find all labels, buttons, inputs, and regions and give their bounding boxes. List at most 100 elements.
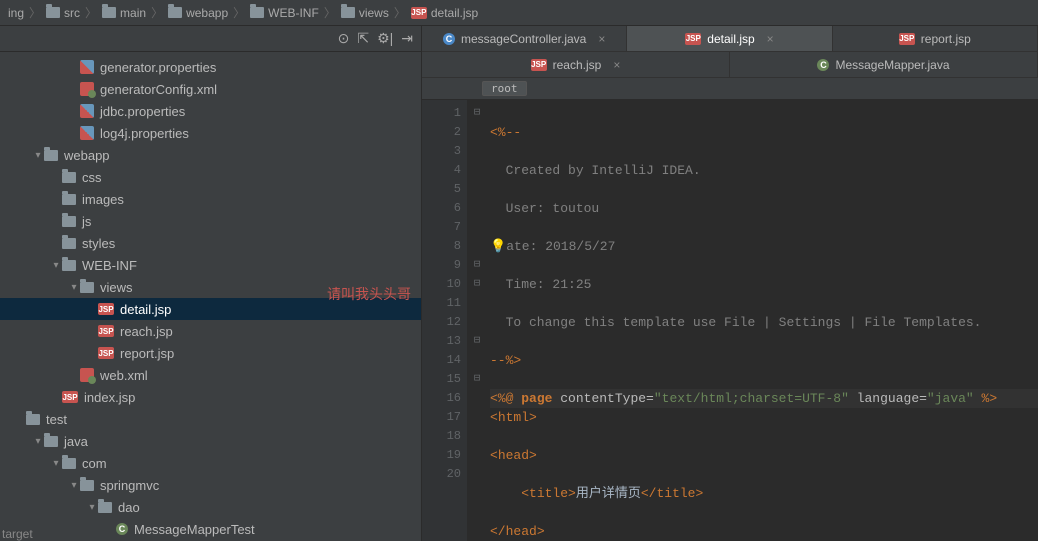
folder-icon [46, 7, 60, 18]
crumb-file[interactable]: JSPdetail.jsp [409, 6, 480, 20]
intention-bulb-icon[interactable]: 💡 [490, 239, 506, 254]
crumb-webapp[interactable]: webapp [166, 6, 230, 20]
tree-item[interactable]: ▾ WEB-INF [0, 254, 421, 276]
tree-item[interactable]: ▾webapp [0, 144, 421, 166]
editor-panel: CmessageController.java×JSPdetail.jsp×JS… [422, 26, 1038, 541]
line-number: 15 [422, 370, 461, 389]
tree-item[interactable]: JSPindex.jsp [0, 386, 421, 408]
fold-toggle-icon[interactable]: ⊟ [468, 104, 486, 123]
tree-item[interactable]: generatorConfig.xml [0, 78, 421, 100]
java-class-icon: C [116, 523, 128, 535]
structure-crumb-root[interactable]: root [482, 81, 527, 96]
line-number: 20 [422, 465, 461, 484]
tree-item[interactable]: ▾dao [0, 496, 421, 518]
project-toolbar: ⊙ ⇱ ⚙| ⇥ [0, 26, 421, 52]
line-number: 9 [422, 256, 461, 275]
locate-button[interactable]: ⊙ [338, 30, 350, 47]
folder-icon [62, 194, 76, 205]
jsp-icon: JSP [531, 59, 547, 71]
folder-icon [102, 7, 116, 18]
tree-item-label: detail.jsp [120, 302, 171, 317]
expand-arrow-icon[interactable]: ▾ [86, 502, 98, 513]
target-label: target [2, 527, 33, 541]
tree-item[interactable]: styles [0, 232, 421, 254]
tree-item[interactable]: generator.properties [0, 56, 421, 78]
java-class-icon: C [443, 33, 455, 45]
code-editor[interactable]: 1234567891011121314151617181920 ⊟⊟⊟⊟⊟ <%… [422, 100, 1038, 541]
crumb-src[interactable]: src [44, 6, 82, 20]
crumb-views[interactable]: views [339, 6, 391, 20]
expand-arrow-icon[interactable]: ▾ [50, 260, 62, 271]
line-number: 3 [422, 142, 461, 161]
editor-tab[interactable]: JSPreport.jsp [833, 26, 1038, 51]
crumb-webinf[interactable]: WEB-INF [248, 6, 321, 20]
editor-tab[interactable]: JSPdetail.jsp× [627, 26, 832, 51]
close-icon[interactable]: × [613, 58, 620, 72]
tree-item[interactable]: js [0, 210, 421, 232]
editor-tab[interactable]: CmessageController.java× [422, 26, 627, 51]
tree-item-label: java [64, 434, 88, 449]
fold-toggle-icon[interactable]: ⊟ [468, 370, 486, 389]
line-number: 2 [422, 123, 461, 142]
project-tree[interactable]: generator.properties generatorConfig.xml j… [0, 52, 421, 541]
crumb-root[interactable]: ing [6, 6, 26, 20]
tree-item-label: MessageMapperTest [134, 522, 255, 537]
editor-tabs: CmessageController.java×JSPdetail.jsp×JS… [422, 26, 1038, 78]
tree-item[interactable]: ▾springmvc [0, 474, 421, 496]
tree-item[interactable]: ▾views [0, 276, 421, 298]
folder-icon [62, 172, 76, 183]
jsp-icon: JSP [98, 347, 114, 359]
settings-button[interactable]: ⚙| [377, 30, 393, 47]
tree-item[interactable]: web.xml [0, 364, 421, 386]
tree-item[interactable]: C MessageMapperTest [0, 518, 421, 540]
tree-item[interactable]: css [0, 166, 421, 188]
tree-item-label: WEB-INF [82, 258, 137, 273]
editor-tab[interactable]: CMessageMapper.java [730, 52, 1038, 77]
close-icon[interactable]: × [767, 32, 774, 46]
tree-item[interactable]: JSPreach.jsp [0, 320, 421, 342]
folder-icon [341, 7, 355, 18]
folder-icon [80, 282, 94, 293]
fold-toggle-icon[interactable]: ⊟ [468, 256, 486, 275]
properties-icon [80, 104, 94, 118]
jsp-icon: JSP [685, 33, 701, 45]
crumb-main[interactable]: main [100, 6, 148, 20]
jsp-icon: JSP [98, 325, 114, 337]
tab-label: report.jsp [921, 32, 971, 46]
fold-column[interactable]: ⊟⊟⊟⊟⊟ [468, 100, 486, 541]
code-area[interactable]: <%-- Created by IntelliJ IDEA. User: tou… [486, 100, 1038, 541]
close-icon[interactable]: × [598, 32, 605, 46]
line-number: 16 [422, 389, 461, 408]
tree-item[interactable]: ▾com [0, 452, 421, 474]
tree-item[interactable]: ▾ java [0, 430, 421, 452]
expand-arrow-icon[interactable]: ▾ [50, 458, 62, 469]
tree-item-label: generatorConfig.xml [100, 82, 217, 97]
tree-item[interactable]: test [0, 408, 421, 430]
expand-arrow-icon[interactable]: ▾ [32, 150, 44, 161]
tree-item[interactable]: JSPreport.jsp [0, 342, 421, 364]
line-number: 5 [422, 180, 461, 199]
project-panel: ⊙ ⇱ ⚙| ⇥ generator.properties generatorCo… [0, 26, 422, 541]
line-number: 17 [422, 408, 461, 427]
expand-arrow-icon[interactable]: ▾ [68, 480, 80, 491]
tree-item[interactable]: jdbc.properties [0, 100, 421, 122]
hide-button[interactable]: ⇥ [401, 30, 413, 47]
collapse-button[interactable]: ⇱ [357, 30, 369, 47]
line-number: 7 [422, 218, 461, 237]
line-number: 14 [422, 351, 461, 370]
tree-item[interactable]: log4j.properties [0, 122, 421, 144]
tree-item-label: styles [82, 236, 115, 251]
line-number: 6 [422, 199, 461, 218]
expand-arrow-icon[interactable]: ▾ [32, 436, 44, 447]
tree-item[interactable]: JSPdetail.jsp [0, 298, 421, 320]
folder-icon [44, 150, 58, 161]
expand-arrow-icon[interactable]: ▾ [68, 282, 80, 293]
folder-icon [62, 216, 76, 227]
tree-item[interactable]: images [0, 188, 421, 210]
structure-breadcrumb: root [422, 78, 1038, 100]
fold-toggle-icon[interactable]: ⊟ [468, 275, 486, 294]
tree-item-label: js [82, 214, 91, 229]
editor-tab[interactable]: JSP reach.jsp × [422, 52, 730, 77]
fold-toggle-icon[interactable]: ⊟ [468, 332, 486, 351]
tab-label: reach.jsp [553, 58, 602, 72]
